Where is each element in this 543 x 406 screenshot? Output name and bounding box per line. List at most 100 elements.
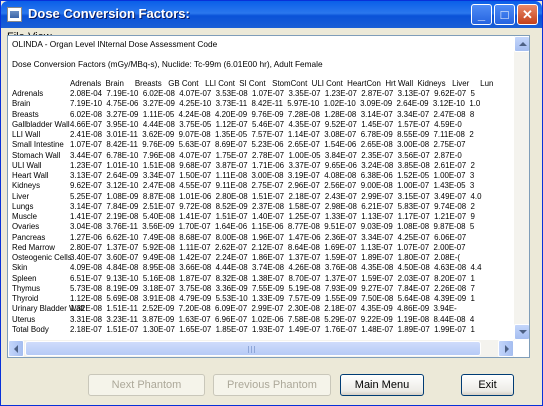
title-bar[interactable]: Dose Conversion Factors: _ □ ✕ xyxy=(1,1,542,28)
table-row: Spleen 6.51E-07 9.13E-10 5.16E-08 1.87E-0… xyxy=(12,274,481,284)
row-values: 1.27E-06 6.62E-10 7.49E-08 8.68E-07 8.00… xyxy=(70,232,467,242)
report-text-area[interactable]: OLINDA - Organ Level INternal Dose Asses… xyxy=(7,35,530,358)
row-values: 3.44E-07 6.78E-10 7.96E-08 4.07E-07 1.75… xyxy=(70,150,462,160)
report-title-line: OLINDA - Organ Level INternal Dose Asses… xyxy=(12,39,218,49)
arrow-up-icon xyxy=(519,42,527,46)
previous-phantom-button[interactable]: Previous Phantom xyxy=(213,374,331,396)
row-values: 5.25E-07 1.08E-09 8.87E-08 1.01E-06 2.80… xyxy=(70,191,482,201)
row-organ-name: Thyroid xyxy=(12,294,39,303)
row-values: 3.13E-07 2.64E-09 3.34E-07 1.50E-07 1.11… xyxy=(70,171,475,180)
row-organ-name: Ovaries xyxy=(12,222,40,232)
table-row: Muscle 1.41E-07 2.19E-08 5.40E-08 1.41E-0… xyxy=(12,212,481,222)
minimize-icon: _ xyxy=(477,7,486,22)
grip-line xyxy=(251,346,252,353)
row-values: 3.14E-07 7.84E-09 2.51E-07 9.72E-08 8.52… xyxy=(70,201,475,211)
row-organ-name: Muscle xyxy=(12,212,37,221)
row-values: 3.40E-07 3.60E-07 9.49E-08 1.42E-07 2.24… xyxy=(70,253,460,262)
table-row: Uterus 3.31E-08 3.23E-11 3.87E-09 1.63E-0… xyxy=(12,315,481,325)
report-column-header: Adrenals Brain Breasts GB Cont LLI Cont … xyxy=(70,79,494,88)
table-row: Osteogenic Cells3.40E-07 3.60E-07 9.49E-… xyxy=(12,253,481,263)
table-row: Small Intestine 1.07E-07 8.42E-11 9.76E-0… xyxy=(12,140,481,150)
report-content: OLINDA - Organ Level INternal Dose Asses… xyxy=(8,36,514,336)
table-row: Lungs 3.14E-07 7.84E-09 2.51E-07 9.72E-08… xyxy=(12,202,481,212)
row-organ-name: Stomach Wall xyxy=(12,150,61,160)
dose-conversion-window: Dose Conversion Factors: _ □ ✕ File View… xyxy=(0,0,543,406)
grip-line xyxy=(254,346,255,353)
grip-line xyxy=(248,346,249,353)
table-row: Breasts 6.02E-08 3.27E-09 1.11E-05 4.24E-… xyxy=(12,110,481,120)
scroll-left-button[interactable] xyxy=(8,340,24,357)
report-rows: Adrenals 2.08E-04 7.19E-10 6.02E-08 4.07E… xyxy=(12,89,481,335)
row-organ-name: ULI Wall xyxy=(12,160,42,170)
row-values: 9.62E-07 3.12E-10 2.47E-08 4.55E-07 9.11… xyxy=(70,181,475,191)
arrow-right-icon xyxy=(505,345,509,353)
minimize-button[interactable]: _ xyxy=(471,4,492,25)
row-organ-name: Thymus xyxy=(12,283,41,293)
row-values: 2.08E-04 7.19E-10 6.02E-08 4.07E-07 3.53… xyxy=(70,89,475,98)
scroll-down-button[interactable] xyxy=(514,324,529,340)
row-values: 2.18E-07 1.51E-07 1.30E-07 1.65E-07 1.85… xyxy=(70,324,475,334)
table-row: Pancreas 1.27E-06 6.62E-10 7.49E-08 8.68E… xyxy=(12,233,481,243)
row-values: 1.12E-08 5.69E-08 3.91E-08 4.79E-09 5.53… xyxy=(70,294,475,303)
row-values: 1.07E-07 8.42E-11 9.76E-09 5.63E-07 8.69… xyxy=(70,140,466,150)
table-row: Thymus 5.73E-08 8.19E-09 3.18E-07 3.75E-0… xyxy=(12,284,481,294)
row-organ-name: Breasts xyxy=(12,109,39,119)
row-organ-name: Uterus xyxy=(12,314,36,324)
table-row: Brain 7.19E-10 4.75E-06 3.27E-09 4.25E-10… xyxy=(12,99,481,109)
horizontal-scrollbar[interactable] xyxy=(8,340,514,357)
horizontal-scroll-thumb[interactable] xyxy=(25,341,481,356)
row-organ-name: Red Marrow xyxy=(12,242,55,252)
close-icon: ✕ xyxy=(522,7,533,22)
row-values: 1.23E-07 1.01E-10 1.51E-08 9.68E-07 3.87… xyxy=(70,160,475,170)
table-row: Heart Wall 3.13E-07 2.64E-09 3.34E-07 1.5… xyxy=(12,171,481,181)
row-organ-name: Liver xyxy=(12,191,30,201)
row-organ-name: Gallbladder Wall xyxy=(12,119,70,129)
row-organ-name: Kidneys xyxy=(12,181,41,191)
table-row: Gallbladder Wall4.66E-07 3.95E-10 4.44E-… xyxy=(12,120,481,130)
table-row: Ovaries 3.04E-08 3.76E-11 3.56E-09 1.70E-… xyxy=(12,222,481,232)
main-menu-button[interactable]: Main Menu xyxy=(340,374,424,396)
row-values: 3.04E-08 3.76E-11 3.56E-09 1.70E-07 1.64… xyxy=(70,222,475,232)
table-row: ULI Wall 1.23E-07 1.01E-10 1.51E-08 9.68E… xyxy=(12,161,481,171)
row-organ-name: Small Intestine xyxy=(12,140,64,150)
table-row: Liver 5.25E-07 1.08E-09 8.87E-08 1.01E-06… xyxy=(12,192,481,202)
row-organ-name: Adrenals xyxy=(12,89,44,98)
report-subtitle-line: Dose Conversion Factors (mGy/MBq-s), Nuc… xyxy=(12,59,323,69)
window-title: Dose Conversion Factors: xyxy=(28,6,190,21)
row-organ-name: Lungs xyxy=(12,201,34,211)
vertical-scrollbar[interactable] xyxy=(514,36,529,340)
exit-button[interactable]: Exit xyxy=(461,374,514,396)
row-values: 2.41E-08 3.01E-11 3.62E-09 9.07E-08 1.35… xyxy=(70,130,474,139)
row-values: 3.31E-08 3.23E-11 3.87E-09 1.63E-07 6.96… xyxy=(70,314,475,324)
row-organ-name: Heart Wall xyxy=(12,171,49,180)
row-values: 1.41E-07 2.19E-08 5.40E-08 1.41E-07 1.51… xyxy=(70,212,475,221)
row-values: 4.66E-07 3.95E-10 4.44E-08 3.75E-05 1.12… xyxy=(70,119,462,129)
table-row: Skin 4.09E-08 4.84E-08 8.95E-08 3.66E-08 … xyxy=(12,263,481,273)
row-values: 2.80E-07 1.37E-07 5.92E-08 1.11E-07 2.62… xyxy=(70,242,466,252)
scroll-up-button[interactable] xyxy=(514,36,529,52)
row-organ-name: LLI Wall xyxy=(12,130,41,139)
row-values: 6.51E-07 9.13E-10 5.16E-08 1.87E-07 8.32… xyxy=(70,273,475,283)
row-organ-name: Total Body xyxy=(12,324,49,334)
close-button[interactable]: ✕ xyxy=(517,4,538,25)
scroll-right-button[interactable] xyxy=(498,340,514,357)
app-icon xyxy=(7,7,22,22)
maximize-button[interactable]: □ xyxy=(494,4,515,25)
table-row: Red Marrow 2.80E-07 1.37E-07 5.92E-08 1.1… xyxy=(12,243,481,253)
next-phantom-button[interactable]: Next Phantom xyxy=(88,374,205,396)
row-organ-name: Brain xyxy=(12,99,31,109)
row-values: 6.02E-08 3.27E-09 1.11E-05 4.24E-08 4.20… xyxy=(70,109,475,119)
table-row: Thyroid 1.12E-08 5.69E-08 3.91E-08 4.79E-… xyxy=(12,294,481,304)
row-values: 4.09E-08 4.84E-08 8.95E-08 3.66E-08 4.44… xyxy=(70,263,482,273)
row-organ-name: Pancreas xyxy=(12,232,46,242)
table-row: Kidneys 9.62E-07 3.12E-10 2.47E-08 4.55E-… xyxy=(12,181,481,191)
row-organ-name: Urinary Bladder Wall xyxy=(12,304,85,314)
row-organ-name: Osteogenic Cells xyxy=(12,253,72,262)
maximize-icon: □ xyxy=(500,7,509,22)
row-organ-name: Spleen xyxy=(12,273,37,283)
table-row: Adrenals 2.08E-04 7.19E-10 6.02E-08 4.07E… xyxy=(12,89,481,99)
row-values: 7.19E-10 4.75E-06 3.27E-09 4.25E-10 3.73… xyxy=(70,99,481,109)
row-values: 5.73E-08 8.19E-09 3.18E-07 3.75E-08 3.36… xyxy=(70,283,475,293)
table-row: Urinary Bladder Wall1.32E-08 1.51E-11 2.… xyxy=(12,304,481,314)
table-row: Stomach Wall 3.44E-07 6.78E-10 7.96E-08 4… xyxy=(12,151,481,161)
